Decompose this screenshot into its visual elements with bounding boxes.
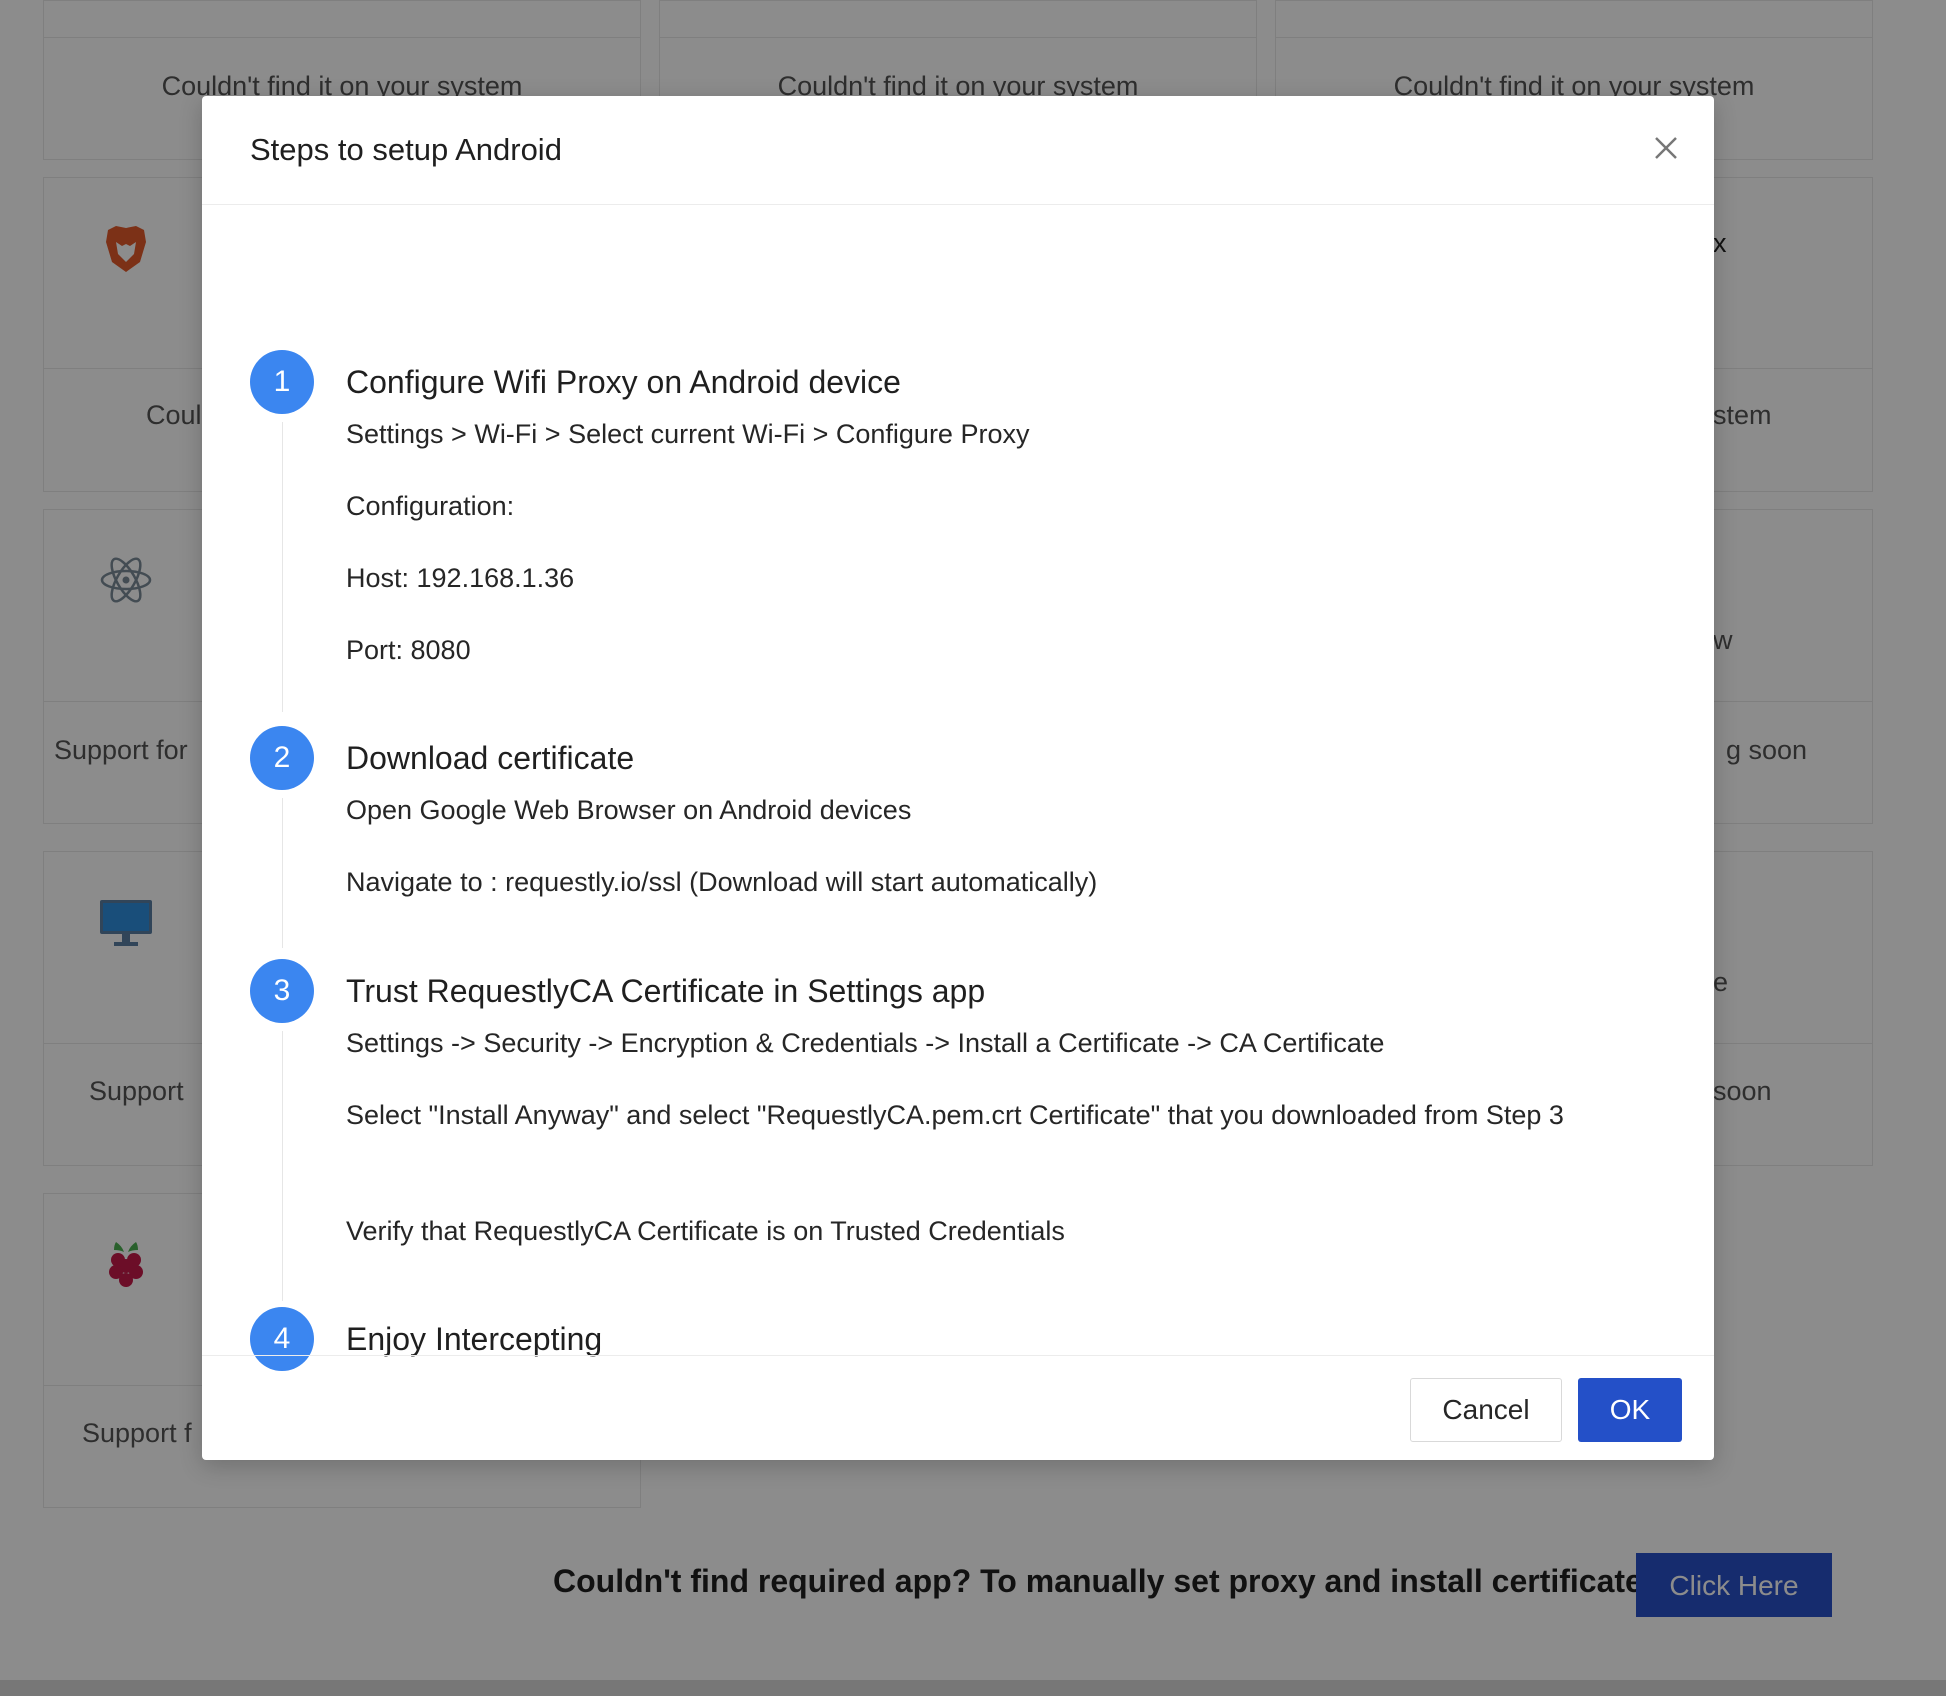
step-title: Download certificate <box>346 740 635 776</box>
step-title: Trust RequestlyCA Certificate in Setting… <box>346 973 986 1009</box>
modal-header: Steps to setup Android <box>202 96 1714 205</box>
step-number: 3 <box>250 959 314 1023</box>
step-number: 1 <box>250 350 314 414</box>
setup-android-modal: Steps to setup Android 1 Configure Wifi … <box>202 96 1714 1460</box>
modal-title: Steps to setup Android <box>250 132 562 167</box>
step-line: Navigate to : requestly.io/ssl (Download… <box>346 867 1098 897</box>
modal-body: 1 Configure Wifi Proxy on Android device… <box>202 204 1714 1450</box>
step-connector <box>282 422 283 712</box>
step-line: Verify that RequestlyCA Certificate is o… <box>346 1216 1065 1246</box>
step-title: Configure Wifi Proxy on Android device <box>346 364 901 400</box>
cancel-button[interactable]: Cancel <box>1410 1378 1562 1442</box>
step-line: Host: 192.168.1.36 <box>346 563 575 593</box>
step-connector <box>282 1031 283 1301</box>
step-line: Select "Install Anyway" and select "Requ… <box>346 1100 1564 1130</box>
step-line: Settings > Wi-Fi > Select current Wi-Fi … <box>346 419 1030 449</box>
step-connector <box>282 798 283 948</box>
ok-button[interactable]: OK <box>1578 1378 1682 1442</box>
step-line: Settings -> Security -> Encryption & Cre… <box>346 1028 1385 1058</box>
close-icon[interactable] <box>1646 128 1686 168</box>
step-title: Enjoy Intercepting <box>346 1321 603 1357</box>
modal-footer: Cancel OK <box>202 1355 1714 1460</box>
step-line: Port: 8080 <box>346 635 471 665</box>
step-line: Open Google Web Browser on Android devic… <box>346 795 912 825</box>
step-line: Configuration: <box>346 491 515 521</box>
step-number: 2 <box>250 726 314 790</box>
